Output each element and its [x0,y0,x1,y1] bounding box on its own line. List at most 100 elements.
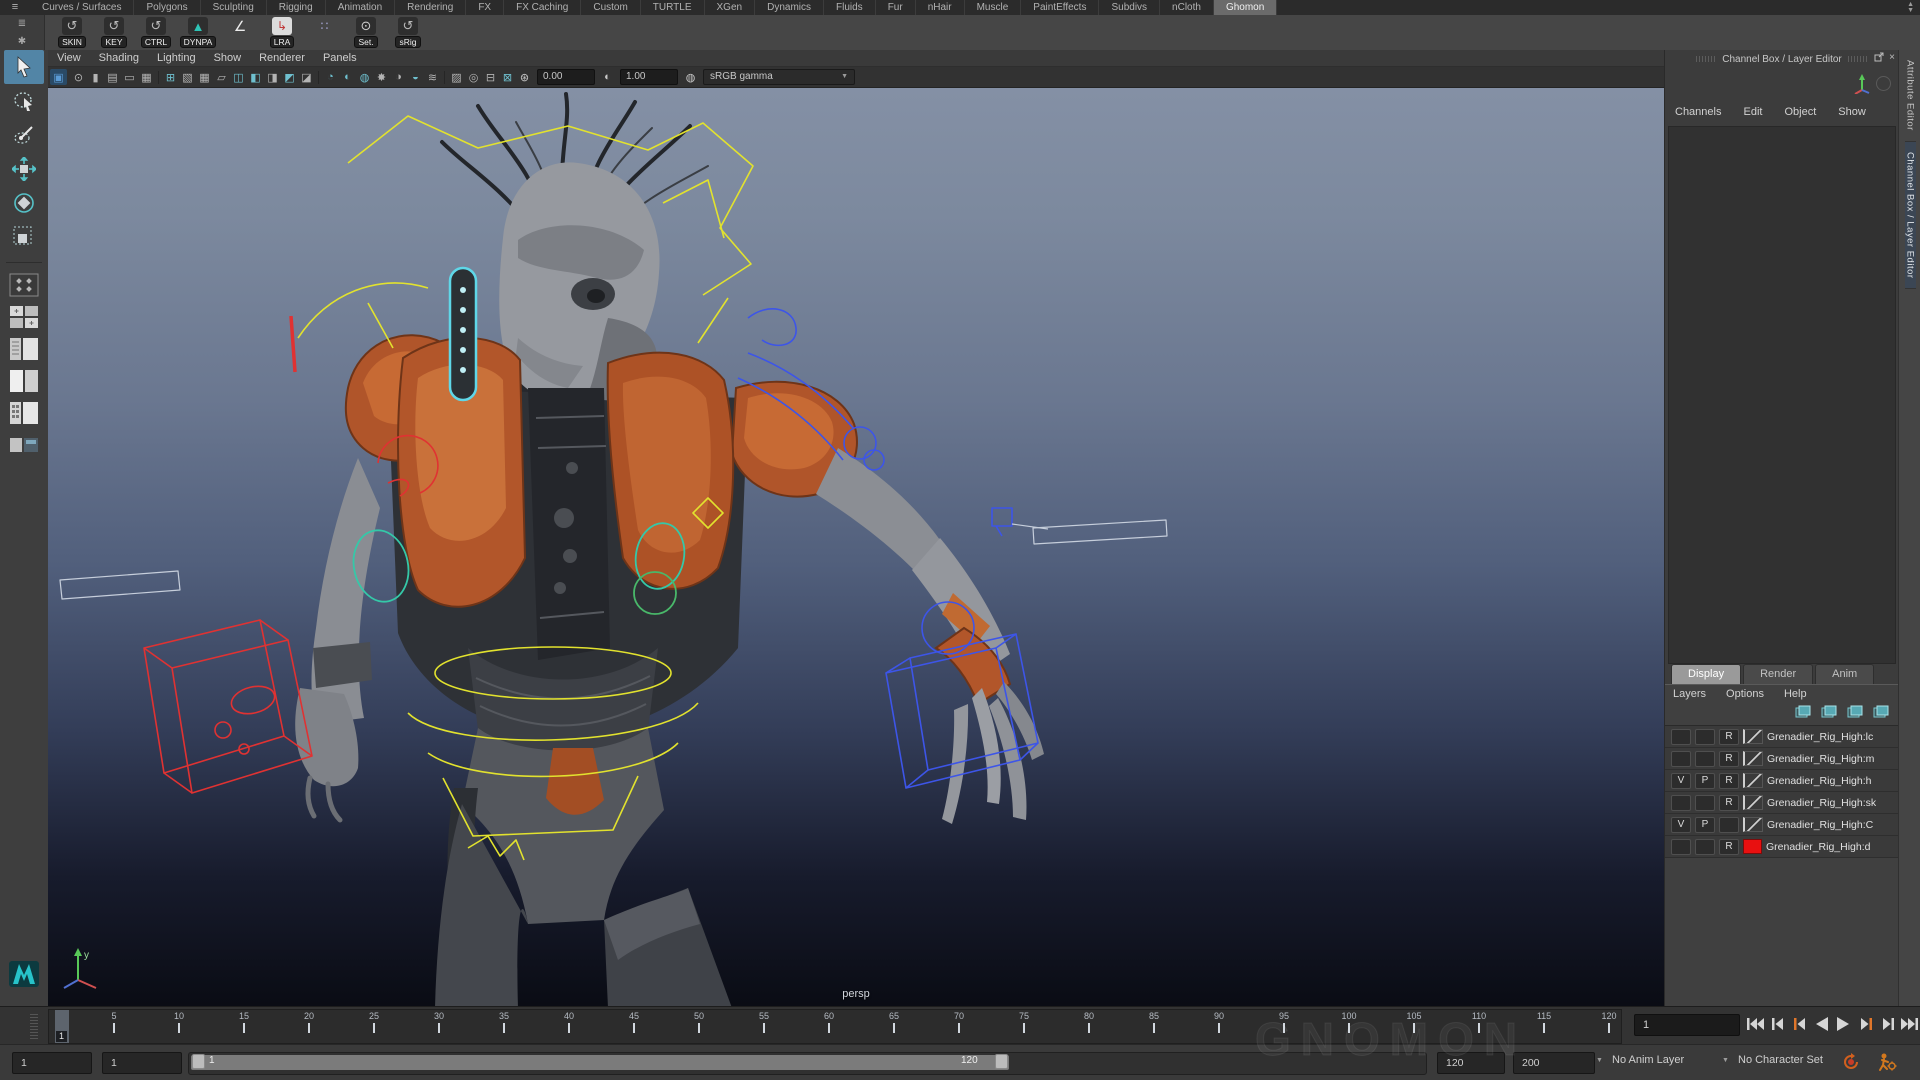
shelf-tab[interactable]: Rigging [267,0,326,15]
channel-list-empty[interactable] [1668,126,1896,664]
shelf-scroll-down-icon[interactable]: ▼ [1907,8,1914,14]
layer-display-type-toggle[interactable] [1719,817,1739,833]
Grenadier_Rig_High:sk[interactable]: R Grenadier_Rig_High:sk [1665,792,1899,814]
layout-four-view-button[interactable] [7,303,41,331]
channel-box-menu-item[interactable]: Edit [1743,106,1762,118]
channel-box-menu-item[interactable]: Object [1784,106,1816,118]
shelf-tab[interactable]: FX [466,0,504,15]
Grenadier_Rig_High:h[interactable]: V P R Grenadier_Rig_High:h [1665,770,1899,792]
current-time-indicator[interactable]: 1 [55,1010,69,1043]
layer-color-swatch[interactable] [1743,795,1763,810]
motion-blur-icon[interactable]: ≋ [424,69,441,85]
layer-playback-toggle[interactable]: P [1695,817,1715,833]
layer-display-type-toggle[interactable]: R [1719,729,1739,745]
exposure-field[interactable]: 0.00 [537,69,595,85]
shelf-tab[interactable]: Sculpting [201,0,267,15]
panel-grip[interactable] [1848,56,1868,62]
range-start-handle[interactable] [192,1054,205,1069]
gamma-icon[interactable]: ◍ [682,69,699,85]
view-transform-dropdown[interactable]: sRGB gamma ▼ [703,69,855,85]
Grenadier_Rig_High:m[interactable]: R Grenadier_Rig_High:m [1665,748,1899,770]
resolution-gate-icon[interactable]: ◫ [230,69,247,85]
dof-icon[interactable]: ◎ [465,69,482,85]
channel-box-menu-item[interactable]: Show [1838,106,1866,118]
lock-camera-icon[interactable]: ▮ [87,69,104,85]
shelf-tab[interactable]: Curves / Surfaces [30,0,134,15]
shelf-tab[interactable]: FX Caching [504,0,581,15]
grease-pencil-icon[interactable]: ▧ [179,69,196,85]
shelf-tab[interactable]: Dynamics [755,0,824,15]
shelf-tab[interactable]: Animation [326,0,395,15]
animation-start-field[interactable]: 1 [12,1052,92,1074]
range-slider-selected[interactable] [191,1055,1009,1070]
new-layer-selected-icon[interactable] [1873,705,1889,721]
layer-playback-toggle[interactable] [1695,795,1715,811]
speed-control-icon[interactable] [1876,76,1891,91]
shelf-button-lra[interactable]: ↳ LRA [261,16,303,50]
anim-layer-caret-icon[interactable]: ▼ [1596,1057,1603,1064]
bookmark-icon[interactable]: ▭ [121,69,138,85]
layout-hypergraph-button[interactable] [7,399,41,427]
safe-action-icon[interactable]: ◩ [281,69,298,85]
layer-color-swatch[interactable] [1743,817,1763,832]
isolate-icon[interactable]: ⊟ [482,69,499,85]
layer-visibility-toggle[interactable] [1671,839,1691,855]
paint-select-tool-button[interactable] [4,118,44,152]
wireframe-icon[interactable]: ◔ [322,69,339,85]
shelf-tab[interactable]: TURTLE [641,0,705,15]
contrast-icon[interactable]: ◐ [599,69,616,85]
layer-name[interactable]: Grenadier_Rig_High:lc [1767,731,1873,743]
layer-color-swatch[interactable] [1743,751,1763,766]
auto-keyframe-toggle[interactable] [1840,1051,1862,1073]
character-set-caret-icon[interactable]: ▼ [1722,1057,1729,1064]
shelf-scroll-arrows[interactable]: ▲ ▼ [1907,2,1920,14]
layer-editor-menu-item[interactable]: Layers [1673,688,1706,700]
shelf-button-srig[interactable]: ↺ sRig [387,16,429,50]
step-forward-key-button[interactable] [1856,1014,1875,1034]
window-menu-icon[interactable]: ≡ [0,0,30,15]
new-empty-layer-icon[interactable] [1847,705,1863,721]
layer-visibility-toggle[interactable] [1671,729,1691,745]
play-backwards-button[interactable] [1812,1014,1831,1034]
lasso-tool-button[interactable] [4,84,44,118]
select-camera-icon[interactable]: ⊙ [70,69,87,85]
shelf-tab[interactable]: Fur [876,0,916,15]
panel-menu-item[interactable]: View [48,50,90,66]
character-set-dropdown[interactable]: No Character Set [1738,1054,1823,1066]
step-back-key-button[interactable] [1790,1014,1809,1034]
layer-visibility-toggle[interactable]: V [1671,817,1691,833]
shelf-tab[interactable]: Polygons [134,0,200,15]
layer-name[interactable]: Grenadier_Rig_High:h [1767,775,1871,787]
shelf-button-set[interactable]: ⊙ Set. [345,16,387,50]
shadows-icon[interactable]: ◑ [390,69,407,85]
layer-name[interactable]: Grenadier_Rig_High:d [1766,841,1870,853]
layer-name[interactable]: Grenadier_Rig_High:C [1767,819,1873,831]
Grenadier_Rig_High:C[interactable]: V P Grenadier_Rig_High:C [1665,814,1899,836]
image-plane-icon[interactable]: ▦ [138,69,155,85]
shelf-tab[interactable]: XGen [705,0,756,15]
shelf-tab[interactable]: Rendering [395,0,466,15]
layer-display-type-toggle[interactable]: R [1719,795,1739,811]
playback-start-field[interactable]: 1 [102,1052,182,1074]
move-layer-down-icon[interactable] [1821,705,1837,721]
layer-display-type-toggle[interactable]: R [1719,839,1739,855]
shelf-tab[interactable]: Fluids [824,0,876,15]
channel-box-menu-item[interactable]: Channels [1675,106,1721,118]
layer-name[interactable]: Grenadier_Rig_High:m [1767,753,1874,765]
layer-visibility-toggle[interactable]: V [1671,773,1691,789]
sep1[interactable] [155,69,162,85]
layer-editor-menu-item[interactable]: Options [1726,688,1764,700]
sep2[interactable] [315,69,322,85]
shelf-button-dynpa[interactable]: ▲ DYNPA [177,16,219,50]
step-forward-frame-button[interactable] [1878,1014,1897,1034]
panel-menu-item[interactable]: Show [205,50,251,66]
shelf-tab[interactable]: Custom [581,0,640,15]
rotate-tool-button[interactable] [4,186,44,220]
panel-menu-item[interactable]: Shading [90,50,148,66]
ao-icon[interactable]: ◒ [407,69,424,85]
grid-icon[interactable]: ▦ [196,69,213,85]
go-to-end-button[interactable] [1900,1014,1919,1034]
animation-preferences-button[interactable] [1876,1051,1898,1073]
layer-visibility-toggle[interactable] [1671,795,1691,811]
layer-editor-tab[interactable]: Display [1671,664,1741,684]
